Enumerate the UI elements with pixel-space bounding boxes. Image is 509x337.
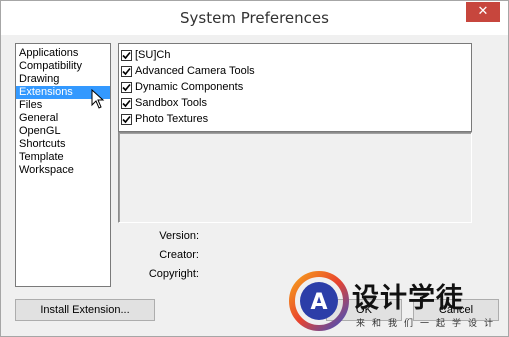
category-item-shortcuts[interactable]: Shortcuts <box>16 138 110 151</box>
category-item-general[interactable]: General <box>16 112 110 125</box>
extension-label: Sandbox Tools <box>135 97 207 109</box>
extension-label: Dynamic Components <box>135 81 244 93</box>
extension-checkbox[interactable] <box>121 49 132 61</box>
creator-label: Creator: <box>159 249 199 261</box>
extension-checkbox[interactable] <box>121 97 132 109</box>
category-item-drawing[interactable]: Drawing <box>16 73 110 86</box>
checkmark-icon <box>122 83 131 91</box>
extension-checkbox[interactable] <box>121 113 132 125</box>
watermark-logo-letter: A <box>310 290 327 315</box>
preferences-dialog: System Preferences ✕ Applications Compat… <box>0 0 509 337</box>
window-title: System Preferences <box>180 9 329 27</box>
watermark-text: 设计学徒 <box>352 283 464 314</box>
close-icon: ✕ <box>477 4 489 19</box>
checkmark-icon <box>122 51 131 59</box>
checkmark-icon <box>122 115 131 123</box>
watermark: A 设计学徒 来和我们一起学设计 <box>288 270 506 332</box>
extension-list[interactable]: [SU]Ch Advanced Camera Tools Dynamic Com… <box>118 43 472 132</box>
close-button[interactable]: ✕ <box>466 2 500 22</box>
extension-label: [SU]Ch <box>135 49 171 61</box>
watermark-logo-icon: A <box>289 271 349 331</box>
category-item-applications[interactable]: Applications <box>16 47 110 60</box>
category-item-workspace[interactable]: Workspace <box>16 164 110 177</box>
checkmark-icon <box>122 99 131 107</box>
title-bar: System Preferences ✕ <box>1 1 508 35</box>
mouse-pointer-icon <box>91 89 105 109</box>
extension-item[interactable]: Dynamic Components <box>119 79 471 95</box>
copyright-label: Copyright: <box>148 268 199 280</box>
extension-item[interactable]: Advanced Camera Tools <box>119 63 471 79</box>
watermark-subtext: 来和我们一起学设计 <box>356 319 501 329</box>
extension-checkbox[interactable] <box>121 65 132 77</box>
extension-label: Photo Textures <box>135 113 209 125</box>
checkmark-icon <box>122 67 131 75</box>
category-item-template[interactable]: Template <box>16 151 110 164</box>
extension-item[interactable]: Sandbox Tools <box>119 95 471 111</box>
extension-label: Advanced Camera Tools <box>135 65 255 77</box>
category-list[interactable]: Applications Compatibility Drawing Exten… <box>15 43 111 287</box>
extension-checkbox[interactable] <box>121 81 132 93</box>
extension-item[interactable]: Photo Textures <box>119 111 471 127</box>
install-extension-button[interactable]: Install Extension... <box>15 299 155 321</box>
version-label: Version: <box>159 230 199 242</box>
extension-item[interactable]: [SU]Ch <box>119 47 471 63</box>
extension-description-box <box>118 132 472 223</box>
category-item-opengl[interactable]: OpenGL <box>16 125 110 138</box>
category-item-compatibility[interactable]: Compatibility <box>16 60 110 73</box>
